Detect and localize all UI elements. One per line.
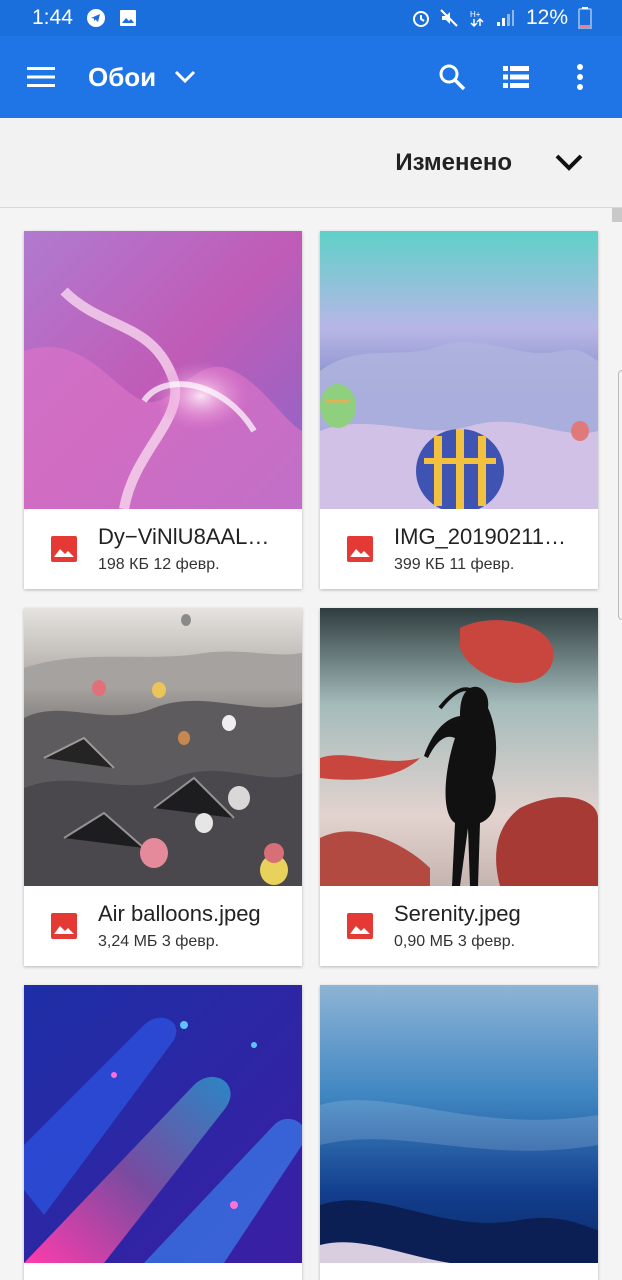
- file-info: Dy−ViNlU8AAL… 198 КБ 12 февр.: [24, 509, 302, 589]
- telegram-icon: [85, 7, 107, 29]
- signal-icon: [494, 7, 516, 29]
- search-icon: [439, 64, 466, 91]
- more-vert-icon: [577, 64, 583, 90]
- search-button[interactable]: [430, 55, 474, 99]
- file-name: Air balloons.jpeg: [98, 901, 261, 926]
- file-card[interactable]: Serenity.jpeg 0,90 МБ 3 февр.: [320, 608, 598, 966]
- file-info: [24, 1263, 302, 1280]
- file-meta: 198 КБ 12 февр.: [98, 556, 220, 573]
- file-card[interactable]: [320, 985, 598, 1280]
- sort-bar: Изменено: [0, 118, 622, 208]
- file-info: Serenity.jpeg 0,90 МБ 3 февр.: [320, 886, 598, 966]
- list-view-button[interactable]: [494, 55, 538, 99]
- status-right: H+ 12%: [410, 6, 602, 30]
- file-card[interactable]: Dy−ViNlU8AAL… 198 КБ 12 февр.: [24, 231, 302, 589]
- mute-icon: [438, 7, 460, 29]
- file-info: Air balloons.jpeg 3,24 МБ 3 февр.: [24, 886, 302, 966]
- file-card[interactable]: [24, 985, 302, 1280]
- svg-text:H+: H+: [470, 10, 481, 19]
- file-meta: 3,24 МБ 3 февр.: [98, 933, 220, 950]
- edge-panel-handle[interactable]: [618, 370, 622, 620]
- file-info: [320, 1263, 598, 1280]
- file-thumbnail: [24, 231, 302, 509]
- image-icon: [117, 7, 139, 29]
- page-title: Обои: [88, 61, 157, 92]
- image-file-icon: [347, 536, 373, 562]
- status-bar: 1:44 H+ 12%: [0, 0, 622, 36]
- file-thumbnail: [320, 231, 598, 509]
- battery-percent: 12%: [525, 6, 568, 29]
- scrollbar-thumb[interactable]: [612, 208, 622, 222]
- file-card[interactable]: IMG_20190211… 399 КБ 11 февр.: [320, 231, 598, 589]
- data-icon: H+: [466, 7, 488, 29]
- app-bar: Обои: [0, 36, 622, 118]
- file-thumbnail: [320, 985, 598, 1263]
- file-thumbnail: [24, 985, 302, 1263]
- file-name: IMG_20190211…: [394, 524, 567, 549]
- file-card[interactable]: Air balloons.jpeg 3,24 МБ 3 февр.: [24, 608, 302, 966]
- list-view-icon: [503, 66, 529, 88]
- file-thumbnail: [24, 608, 302, 886]
- file-info: IMG_20190211… 399 КБ 11 февр.: [320, 509, 598, 589]
- alarm-icon: [410, 7, 432, 29]
- file-name: Dy−ViNlU8AAL…: [98, 524, 270, 549]
- app-bar-actions: [410, 55, 602, 99]
- image-file-icon: [51, 913, 77, 939]
- battery-icon: [574, 7, 596, 29]
- file-grid: Dy−ViNlU8AAL… 198 КБ 12 февр. IMG_201902…: [0, 208, 622, 1280]
- sort-order-button[interactable]: [552, 146, 586, 180]
- file-meta: 0,90 МБ 3 февр.: [394, 933, 516, 950]
- menu-icon: [27, 67, 55, 87]
- file-name: Serenity.jpeg: [394, 901, 521, 926]
- menu-button[interactable]: [24, 60, 58, 94]
- chevron-down-icon: [555, 154, 583, 171]
- file-thumbnail: [320, 608, 598, 886]
- sort-label[interactable]: Изменено: [395, 149, 512, 177]
- chevron-down-icon: [175, 70, 196, 84]
- image-file-icon: [51, 536, 77, 562]
- file-meta: 399 КБ 11 февр.: [394, 556, 515, 573]
- folder-dropdown-button[interactable]: [170, 62, 200, 92]
- image-file-icon: [347, 913, 373, 939]
- status-time: 1:44: [32, 6, 73, 29]
- more-options-button[interactable]: [558, 55, 602, 99]
